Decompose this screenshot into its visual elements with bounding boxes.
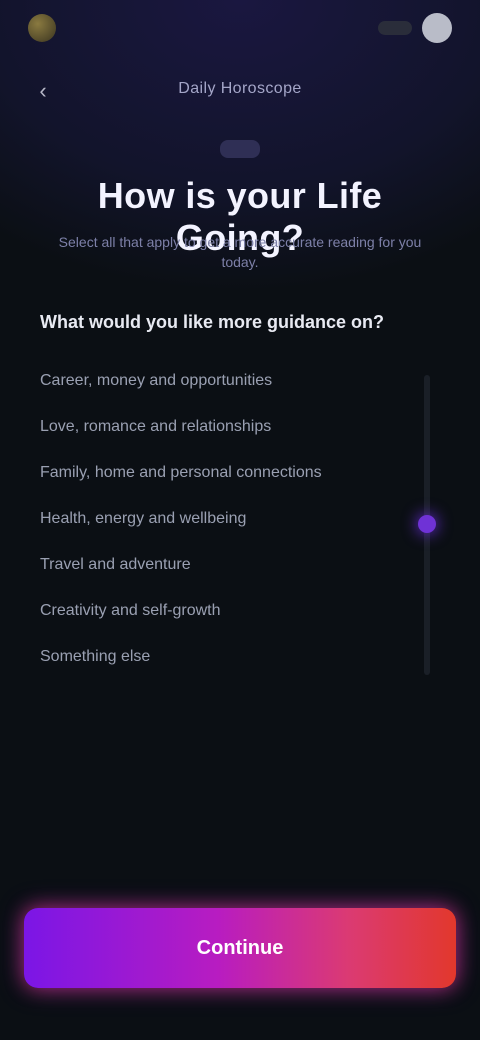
page-subtitle: Daily Horoscope (178, 80, 302, 97)
continue-button[interactable]: Continue (24, 908, 456, 988)
app-logo (28, 14, 56, 42)
question-section: What would you like more guidance on? Ca… (40, 310, 410, 680)
page-description: Select all that apply to get a more accu… (58, 234, 422, 270)
option-item[interactable]: Career, money and opportunities (40, 358, 410, 404)
scrollbar-thumb[interactable] (418, 515, 436, 533)
option-item[interactable]: Health, energy and wellbeing (40, 496, 410, 542)
user-avatar[interactable] (422, 13, 452, 43)
status-pill (378, 21, 412, 35)
option-item[interactable]: Travel and adventure (40, 542, 410, 588)
status-right (378, 13, 452, 43)
options-list: Career, money and opportunities Love, ro… (40, 358, 410, 680)
status-left (28, 14, 66, 42)
sparkle-icon (220, 140, 260, 158)
status-bar (0, 0, 480, 56)
option-item[interactable]: Love, romance and relationships (40, 404, 410, 450)
question-text: What would you like more guidance on? (40, 312, 385, 332)
app-screen: ‹ Daily Horoscope How is your Life Going… (0, 0, 480, 1040)
option-item[interactable]: Family, home and personal connections (40, 450, 410, 496)
scrollbar-track[interactable] (418, 375, 436, 675)
option-item[interactable]: Something else (40, 634, 410, 680)
option-item[interactable]: Creativity and self-growth (40, 588, 410, 634)
